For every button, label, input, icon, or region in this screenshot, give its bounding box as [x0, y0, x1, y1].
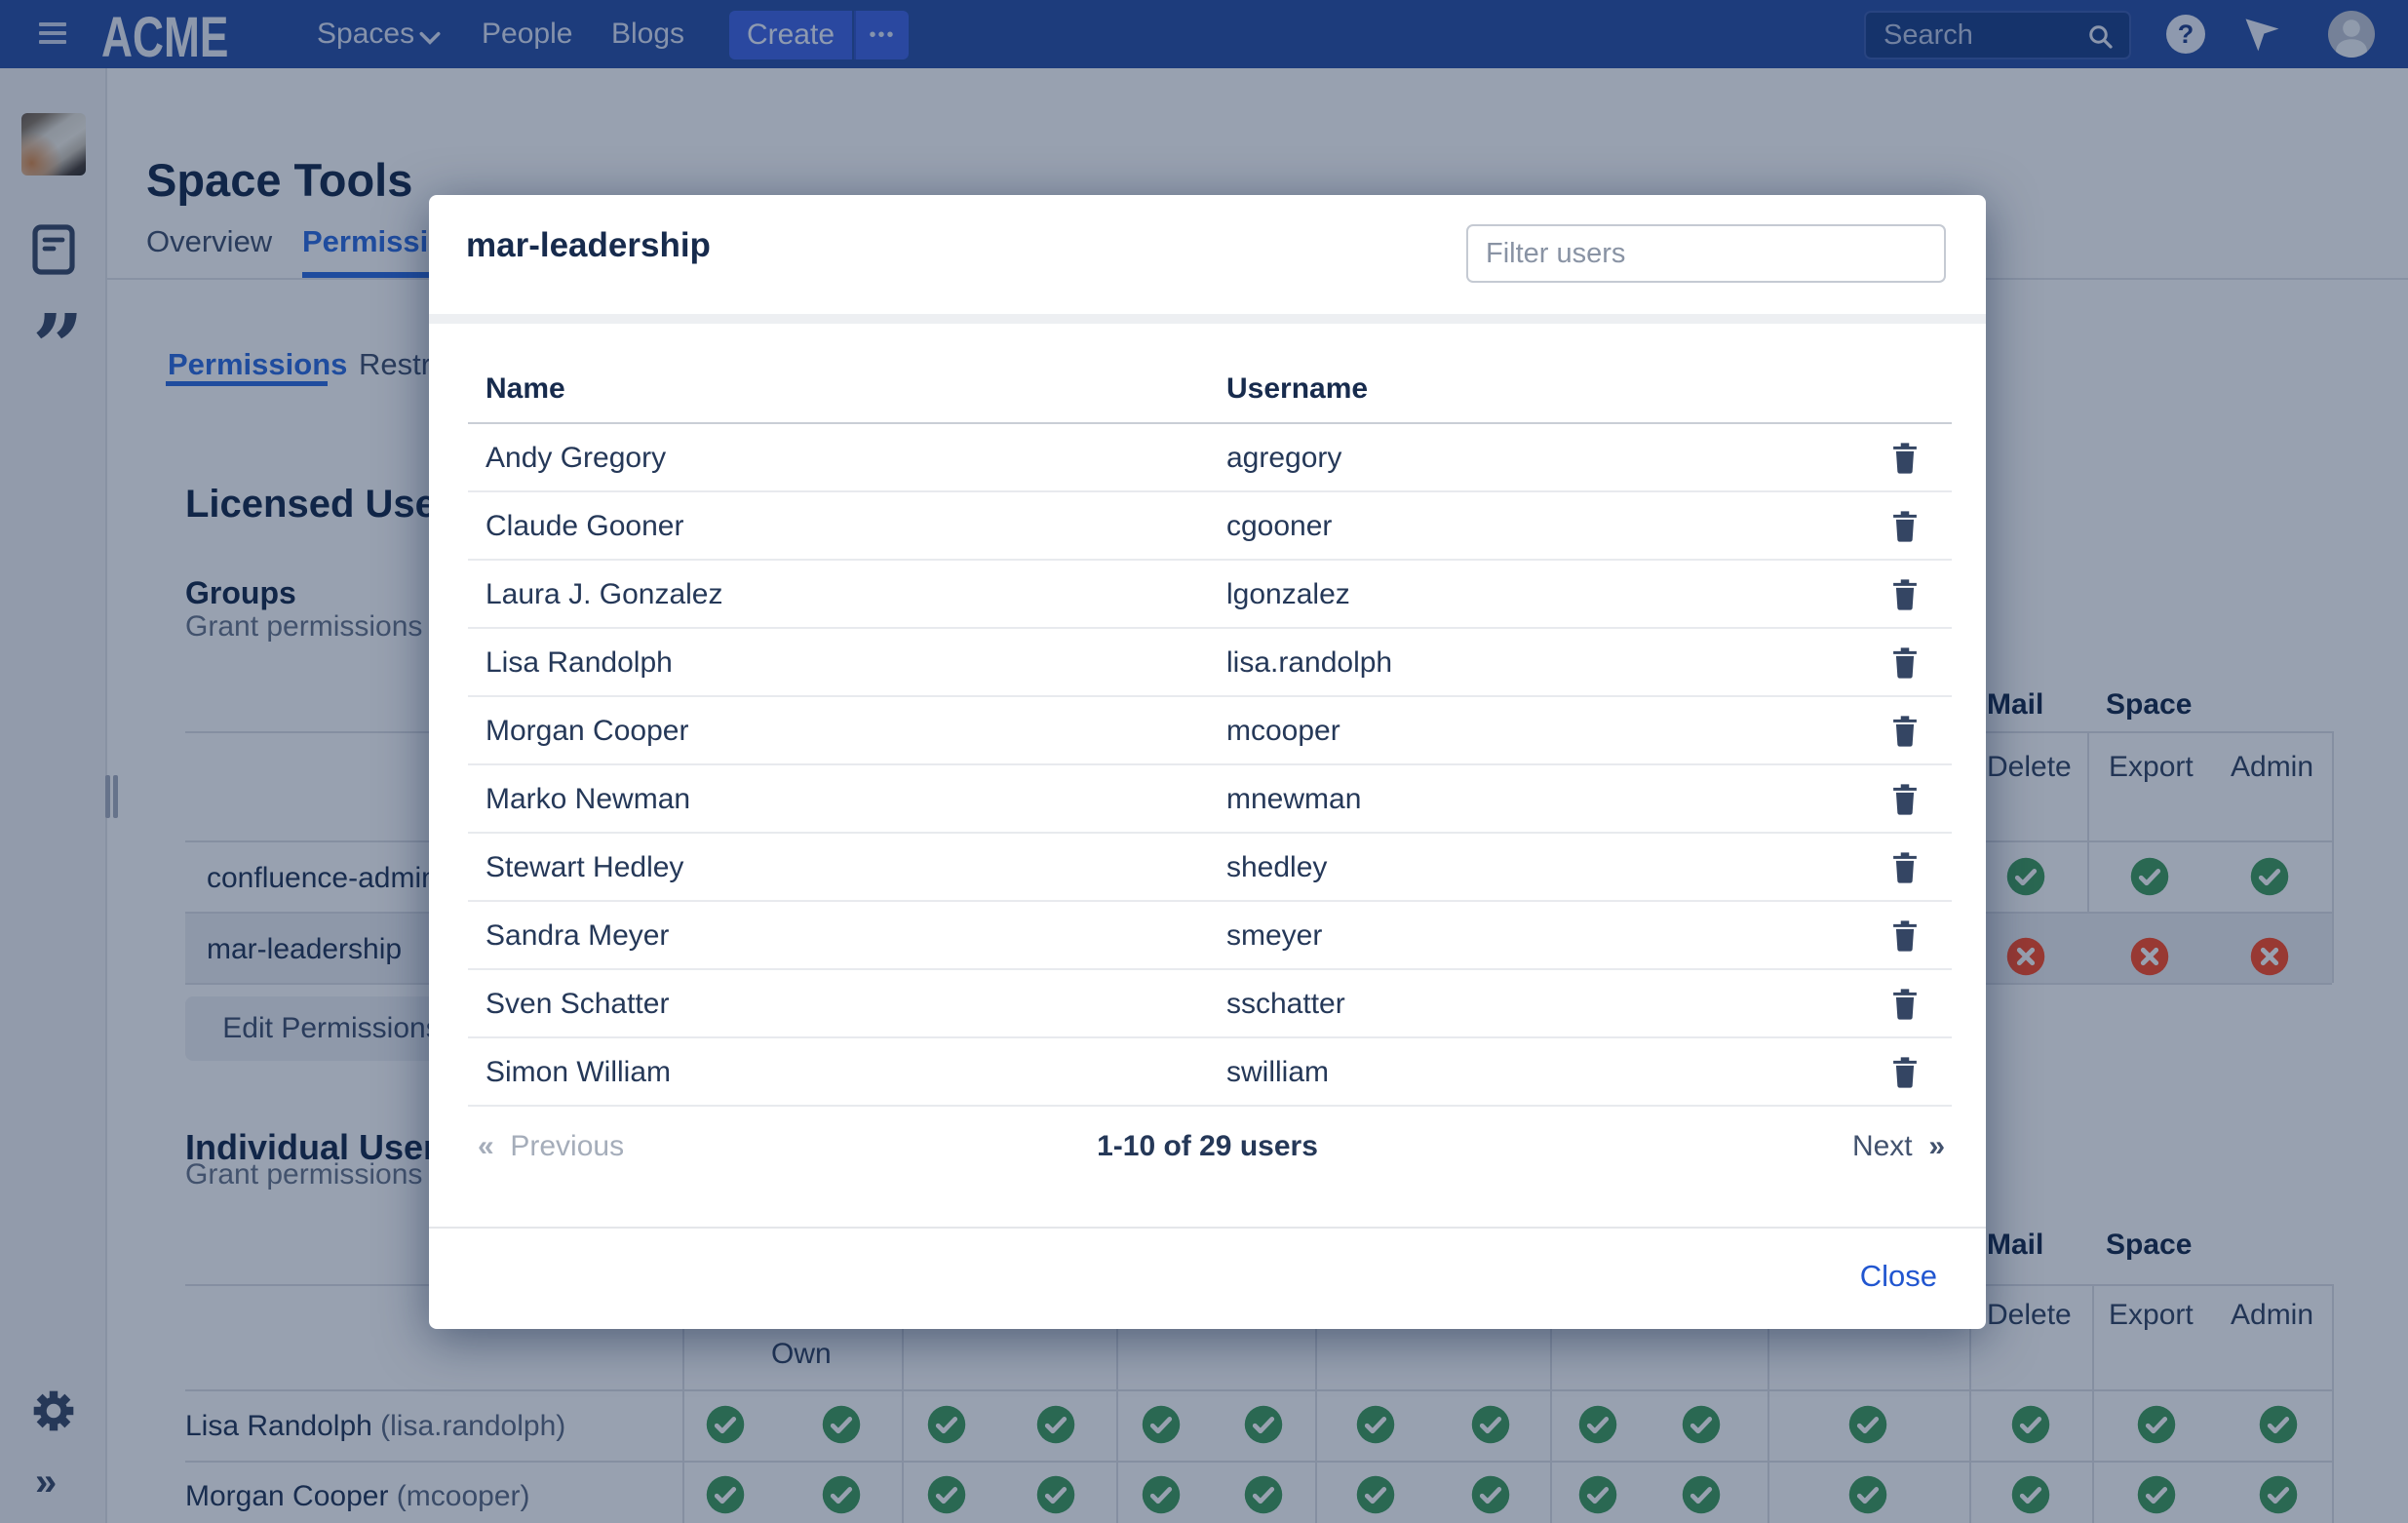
user-row: Stewart Hedley shedley — [468, 834, 1952, 902]
remove-user-button[interactable] — [1885, 847, 1924, 890]
user-row: Marko Newman mnewman — [468, 765, 1952, 834]
user-name: Laura J. Gonzalez — [485, 578, 722, 611]
user-name: Lisa Randolph — [485, 646, 673, 680]
user-row: Laura J. Gonzalez lgonzalez — [468, 561, 1952, 629]
user-username: mnewman — [1226, 783, 1361, 816]
user-username: swilliam — [1226, 1056, 1329, 1089]
user-row: Lisa Randolph lisa.randolph — [468, 629, 1952, 697]
column-header-name: Name — [485, 372, 565, 406]
user-username: mcooper — [1226, 715, 1340, 748]
remove-user-button[interactable] — [1885, 916, 1924, 958]
user-row: Sandra Meyer smeyer — [468, 902, 1952, 970]
pagination-range: 1-10 of 29 users — [429, 1130, 1986, 1163]
close-dialog-link[interactable]: Close — [1854, 1258, 1943, 1295]
user-name: Stewart Hedley — [485, 851, 683, 884]
remove-user-button[interactable] — [1885, 984, 1924, 1027]
user-row: Morgan Cooper mcooper — [468, 697, 1952, 765]
app: ACME Spaces People Blogs Create ••• ? — [0, 0, 2408, 1523]
user-username: smeyer — [1226, 919, 1322, 953]
pagination: « Previous 1-10 of 29 users Next » — [429, 1107, 1986, 1194]
dialog-footer-divider — [429, 1227, 1986, 1229]
user-username: sschatter — [1226, 988, 1345, 1021]
dialog-header-divider — [429, 314, 1986, 324]
user-username: agregory — [1226, 442, 1341, 475]
column-header-username: Username — [1226, 372, 1368, 406]
dialog-title: mar-leadership — [466, 226, 711, 265]
user-row: Claude Gooner cgooner — [468, 492, 1952, 561]
group-members-dialog: mar-leadership Name Username Andy Gregor… — [429, 195, 1986, 1329]
remove-user-button[interactable] — [1885, 779, 1924, 822]
remove-user-button[interactable] — [1885, 711, 1924, 754]
user-name: Simon William — [485, 1056, 671, 1089]
next-page-link[interactable]: Next » — [1852, 1130, 1945, 1163]
user-row: Simon William swilliam — [468, 1038, 1952, 1107]
user-name: Sandra Meyer — [485, 919, 669, 953]
remove-user-button[interactable] — [1885, 643, 1924, 685]
remove-user-button[interactable] — [1885, 506, 1924, 549]
user-name: Claude Gooner — [485, 510, 683, 543]
user-name: Marko Newman — [485, 783, 690, 816]
user-name: Morgan Cooper — [485, 715, 688, 748]
user-username: lgonzalez — [1226, 578, 1350, 611]
remove-user-button[interactable] — [1885, 1052, 1924, 1095]
filter-users-input[interactable] — [1466, 224, 1946, 283]
user-username: cgooner — [1226, 510, 1332, 543]
remove-user-button[interactable] — [1885, 438, 1924, 481]
user-username: lisa.randolph — [1226, 646, 1392, 680]
user-row: Andy Gregory agregory — [468, 424, 1952, 492]
user-name: Andy Gregory — [485, 442, 666, 475]
remove-user-button[interactable] — [1885, 574, 1924, 617]
user-row: Sven Schatter sschatter — [468, 970, 1952, 1038]
user-name: Sven Schatter — [485, 988, 669, 1021]
user-username: shedley — [1226, 851, 1327, 884]
